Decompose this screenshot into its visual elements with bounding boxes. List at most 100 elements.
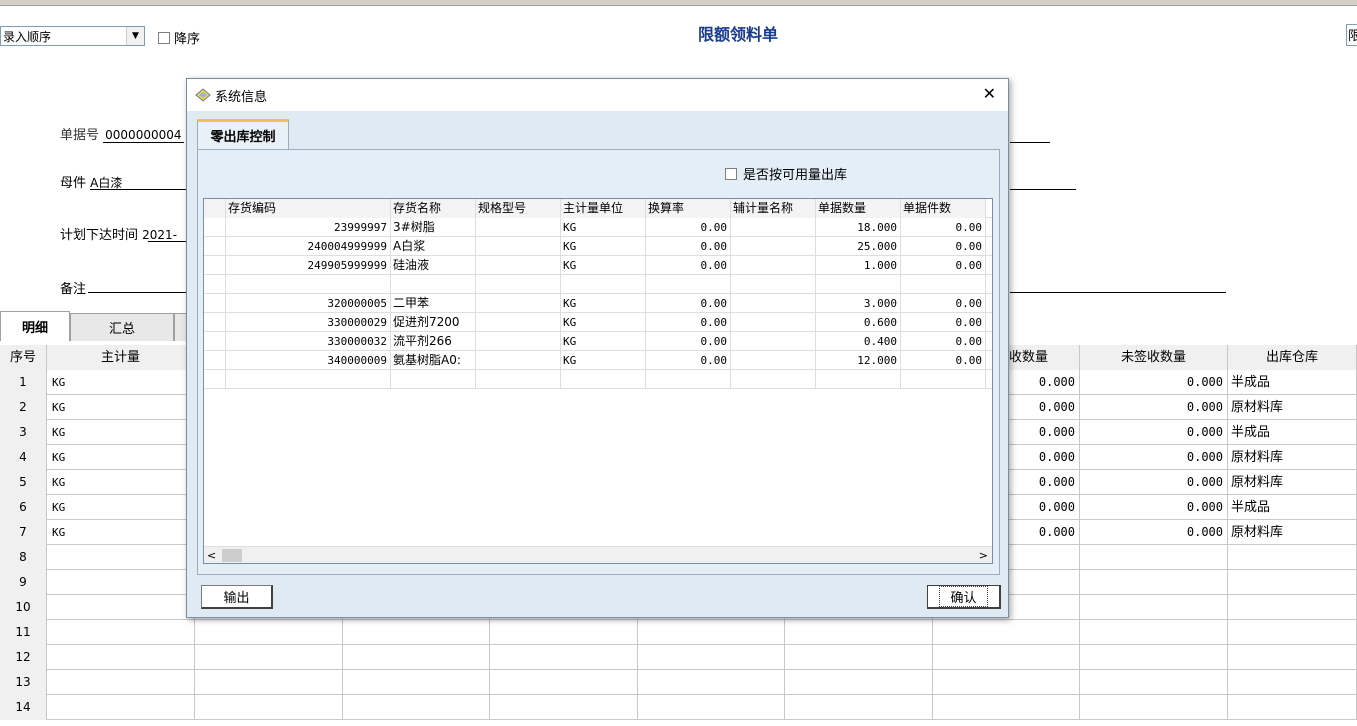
cell[interactable]: [195, 670, 343, 695]
close-icon[interactable]: ✕: [983, 86, 996, 102]
cell-rate[interactable]: [646, 370, 731, 389]
cell-rate[interactable]: 0.00: [646, 294, 731, 313]
cell-unit[interactable]: KG: [47, 370, 195, 395]
cell[interactable]: [343, 620, 490, 645]
cell-main-unit[interactable]: KG: [561, 313, 646, 332]
cell-aux-unit[interactable]: [731, 332, 816, 351]
cell-main-unit[interactable]: KG: [561, 332, 646, 351]
cell-doc-qty[interactable]: 0.400: [816, 332, 901, 351]
cell-item-name[interactable]: 硅油液: [391, 256, 476, 275]
cell-warehouse[interactable]: 原材料库: [1228, 395, 1357, 420]
checkbox-box[interactable]: [158, 31, 170, 44]
cell-doc-qty[interactable]: [816, 370, 901, 389]
table-row[interactable]: 11: [0, 620, 1357, 645]
cell-unsigned-qty[interactable]: [1080, 620, 1228, 645]
cell-spec[interactable]: [476, 275, 561, 294]
cell-warehouse[interactable]: [1228, 620, 1357, 645]
table-row[interactable]: 12: [0, 645, 1357, 670]
cell[interactable]: [490, 670, 638, 695]
cell-unit[interactable]: [47, 545, 195, 570]
cell[interactable]: [490, 620, 638, 645]
cell-aux-unit[interactable]: [731, 275, 816, 294]
col-header-spec[interactable]: 规格型号: [476, 199, 561, 218]
cell-item-name[interactable]: A白浆: [391, 237, 476, 256]
cell-item-code[interactable]: [226, 275, 391, 294]
cell-unit[interactable]: KG: [47, 420, 195, 445]
cell[interactable]: [195, 645, 343, 670]
available-qty-checkbox[interactable]: 是否按可用量出库: [725, 164, 847, 183]
cell-received-qty[interactable]: [933, 620, 1080, 645]
cell-unit[interactable]: [47, 695, 195, 720]
cell-warehouse[interactable]: 原材料库: [1228, 520, 1357, 545]
cell-item-name[interactable]: 二甲苯: [391, 294, 476, 313]
cell[interactable]: [195, 695, 343, 720]
cell-main-unit[interactable]: KG: [561, 218, 646, 237]
right-edge-field[interactable]: 限: [1346, 24, 1357, 46]
tab-zero-outbound-control[interactable]: 零出库控制: [197, 119, 289, 149]
col-header-warehouse[interactable]: 出库仓库: [1228, 345, 1357, 370]
cell-unsigned-qty[interactable]: 0.000: [1080, 395, 1228, 420]
item-row[interactable]: 340000009 氨基树脂A0: KG 0.00 12.000 0.00: [204, 351, 992, 370]
cell-warehouse[interactable]: 半成品: [1228, 420, 1357, 445]
cell-item-code[interactable]: 240004999999: [226, 237, 391, 256]
cell-unsigned-qty[interactable]: 0.000: [1080, 495, 1228, 520]
cell-item-code[interactable]: 330000032: [226, 332, 391, 351]
col-header-doc-qty[interactable]: 单据数量: [816, 199, 901, 218]
cell-warehouse[interactable]: [1228, 670, 1357, 695]
cell-unsigned-qty[interactable]: 0.000: [1080, 445, 1228, 470]
cell[interactable]: [490, 645, 638, 670]
cell-main-unit[interactable]: KG: [561, 351, 646, 370]
cell-doc-qty[interactable]: 18.000: [816, 218, 901, 237]
cell-aux-unit[interactable]: [731, 237, 816, 256]
cell-unsigned-qty[interactable]: 0.000: [1080, 420, 1228, 445]
cell-doc-pieces[interactable]: 0.00: [901, 218, 986, 237]
col-header-item-name[interactable]: 存货名称: [391, 199, 476, 218]
cell-spec[interactable]: [476, 351, 561, 370]
cell-doc-pieces[interactable]: [901, 370, 986, 389]
cell-unit[interactable]: KG: [47, 395, 195, 420]
cell[interactable]: [195, 620, 343, 645]
cell-item-name[interactable]: [391, 370, 476, 389]
col-header-main-unit[interactable]: 主计量单位: [561, 199, 646, 218]
cell[interactable]: [785, 670, 933, 695]
cell-item-name[interactable]: [391, 275, 476, 294]
item-row[interactable]: [204, 370, 992, 389]
cell-doc-qty[interactable]: 0.600: [816, 313, 901, 332]
plan-time-value[interactable]: 2021-: [142, 228, 177, 242]
cell-main-unit[interactable]: [561, 275, 646, 294]
cell-rate[interactable]: 0.00: [646, 256, 731, 275]
col-header-doc-pieces[interactable]: 单据件数: [901, 199, 986, 218]
cell[interactable]: [638, 620, 785, 645]
cell-warehouse[interactable]: 原材料库: [1228, 445, 1357, 470]
cell-warehouse[interactable]: [1228, 545, 1357, 570]
item-row[interactable]: 320000005 二甲苯 KG 0.00 3.000 0.00: [204, 294, 992, 313]
cell-rate[interactable]: [646, 275, 731, 294]
cell-unsigned-qty[interactable]: 0.000: [1080, 370, 1228, 395]
cell[interactable]: [638, 695, 785, 720]
parent-value[interactable]: A白漆: [90, 176, 122, 190]
tab-summary[interactable]: 汇总: [70, 313, 174, 341]
col-header-aux-unit[interactable]: 辅计量名称: [731, 199, 816, 218]
cell-doc-pieces[interactable]: [901, 275, 986, 294]
item-row[interactable]: 23999997 3#树脂 KG 0.00 18.000 0.00: [204, 218, 992, 237]
cell[interactable]: [785, 645, 933, 670]
cell[interactable]: [785, 695, 933, 720]
item-row[interactable]: 330000032 流平剂266 KG 0.00 0.400 0.00: [204, 332, 992, 351]
col-header-item-code[interactable]: 存货编码: [226, 199, 391, 218]
cell-unsigned-qty[interactable]: [1080, 645, 1228, 670]
item-row[interactable]: 330000029 促进剂7200 KG 0.00 0.600 0.00: [204, 313, 992, 332]
table-row[interactable]: 14: [0, 695, 1357, 720]
cell-main-unit[interactable]: KG: [561, 237, 646, 256]
cell-doc-pieces[interactable]: 0.00: [901, 294, 986, 313]
cell-unsigned-qty[interactable]: [1080, 595, 1228, 620]
cell-spec[interactable]: [476, 332, 561, 351]
cell-unsigned-qty[interactable]: [1080, 695, 1228, 720]
cell-main-unit[interactable]: KG: [561, 294, 646, 313]
cell-unit[interactable]: KG: [47, 495, 195, 520]
cell-doc-qty[interactable]: 12.000: [816, 351, 901, 370]
table-row[interactable]: 13: [0, 670, 1357, 695]
cell-spec[interactable]: [476, 256, 561, 275]
cell-doc-pieces[interactable]: 0.00: [901, 256, 986, 275]
cell-item-code[interactable]: [226, 370, 391, 389]
cell-item-code[interactable]: 340000009: [226, 351, 391, 370]
